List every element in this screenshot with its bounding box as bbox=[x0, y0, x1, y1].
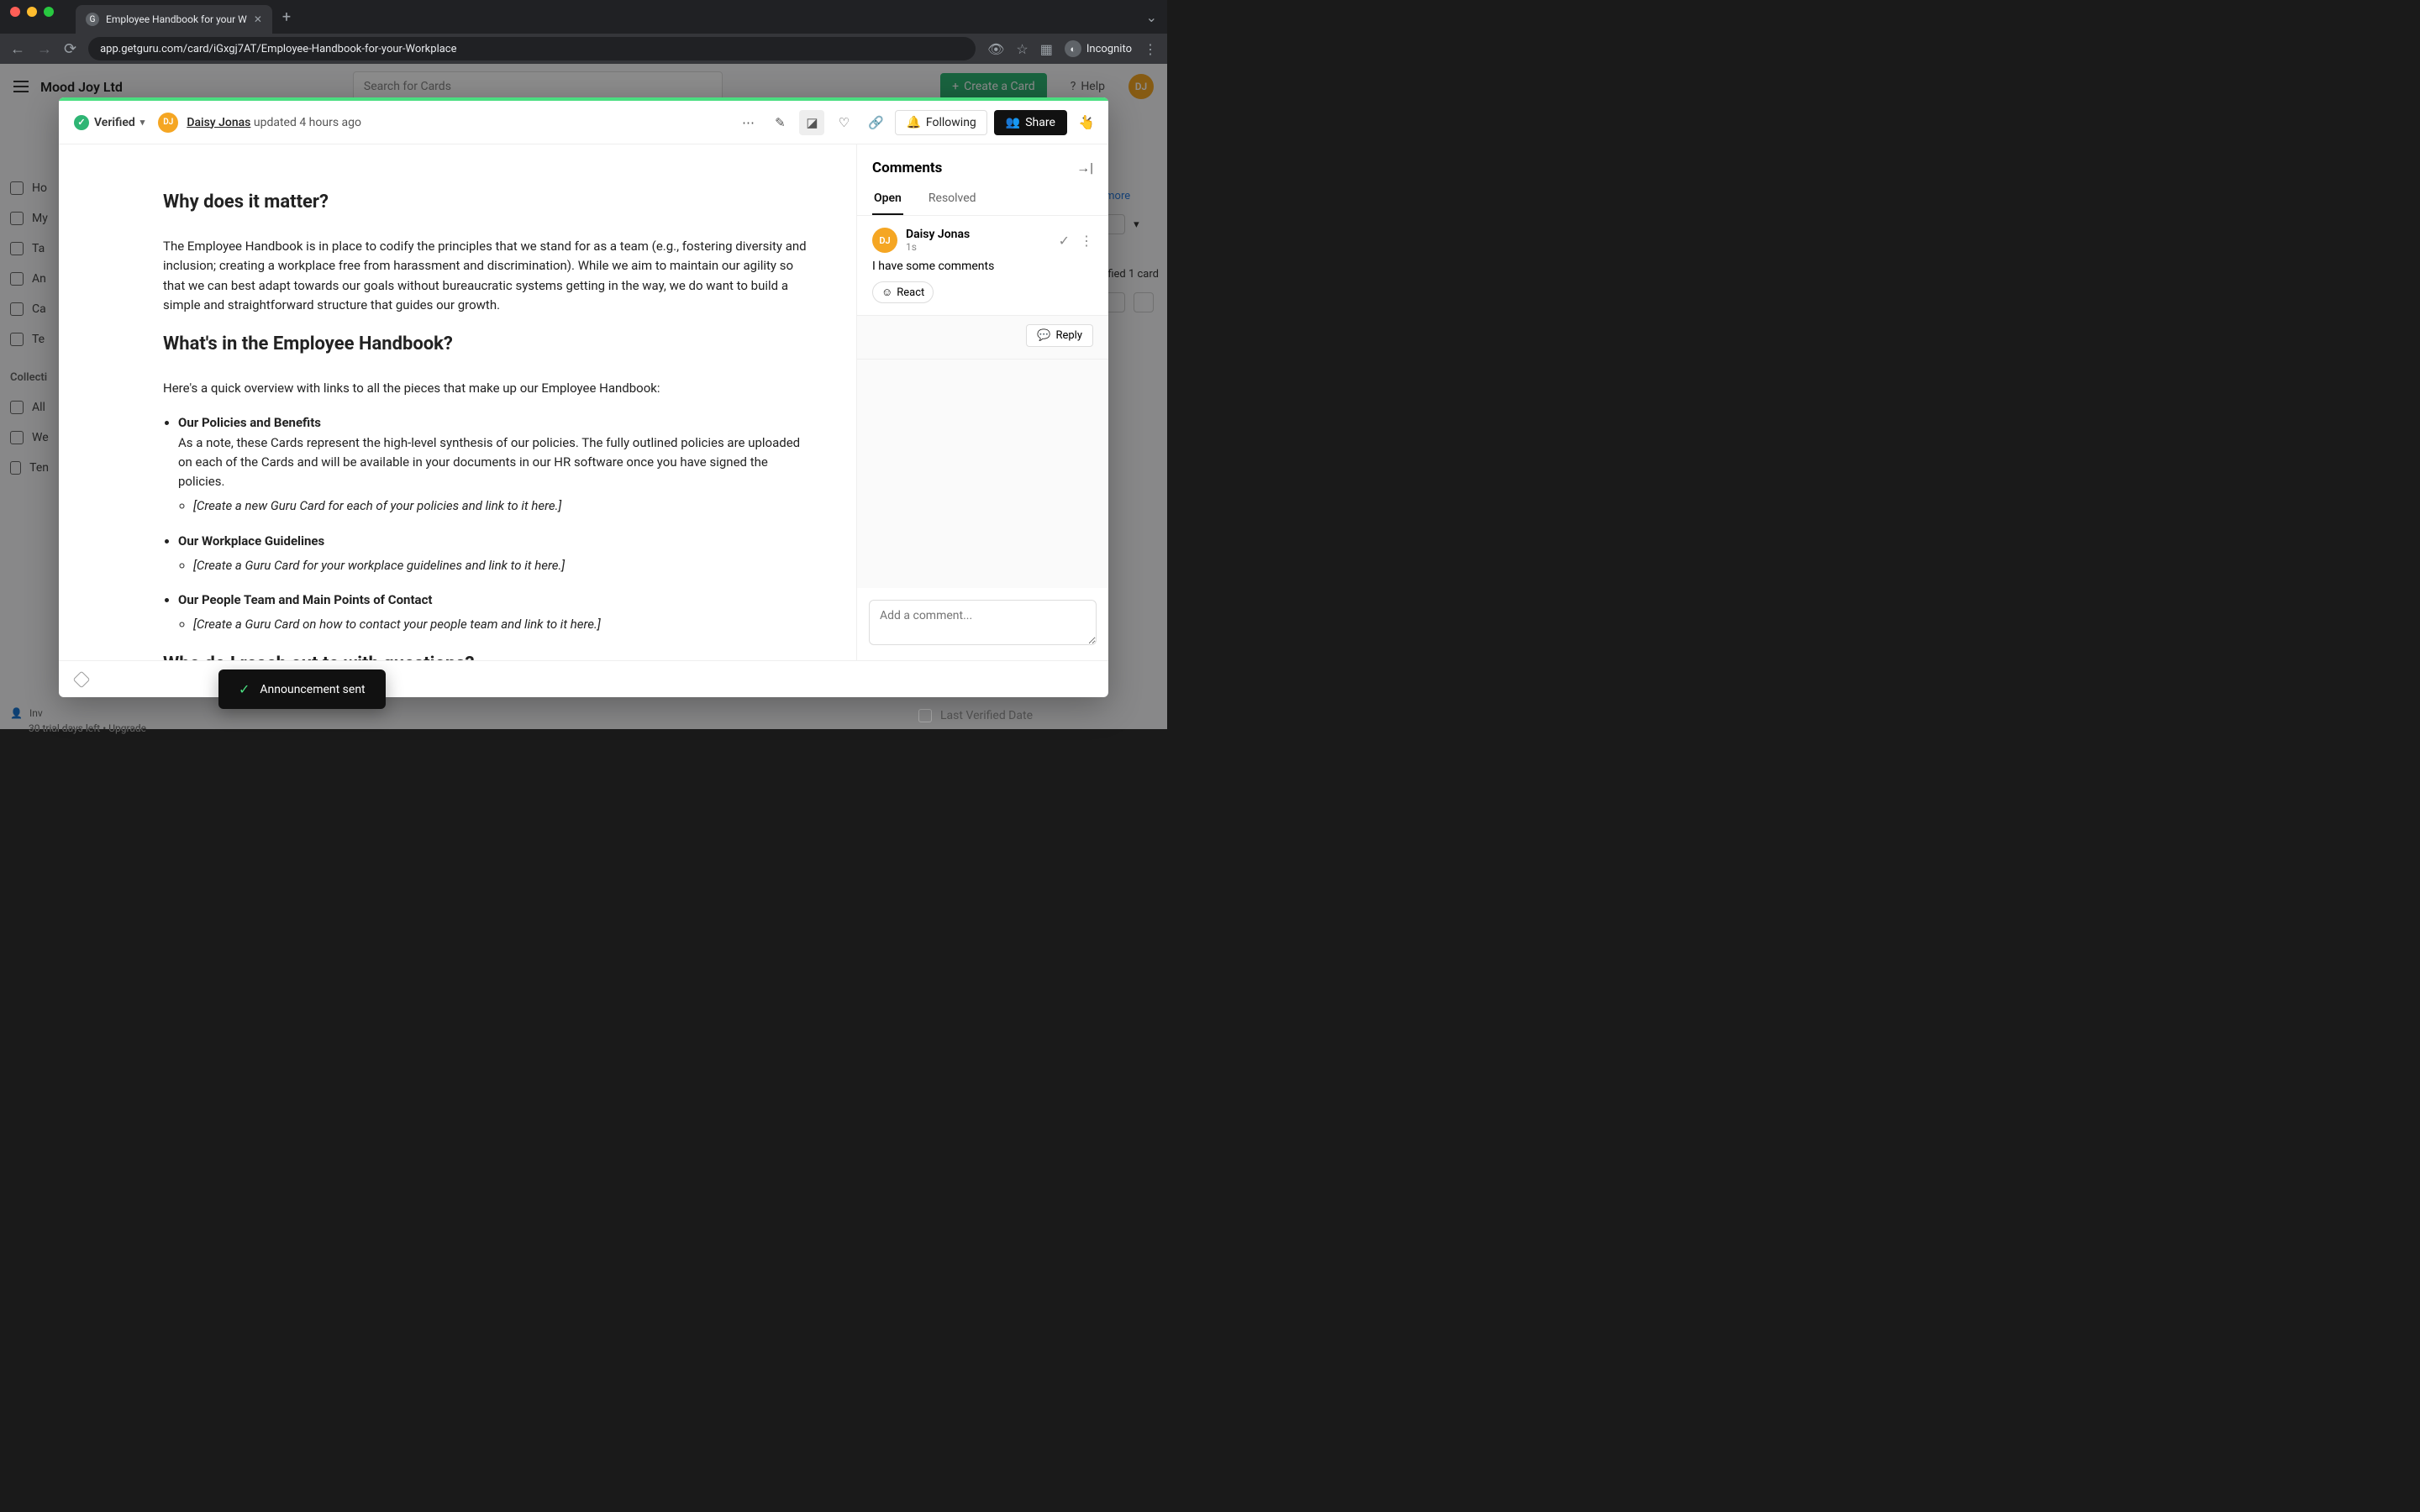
browser-toolbar: ← → ⟳ app.getguru.com/card/iGxgj7AT/Empl… bbox=[0, 34, 1167, 64]
list-item-body: As a note, these Cards represent the hig… bbox=[178, 435, 800, 490]
author-name-link[interactable]: Daisy Jonas bbox=[187, 116, 250, 129]
share-label: Share bbox=[1025, 116, 1055, 129]
extensions-icon[interactable]: ▦ bbox=[1040, 41, 1053, 57]
card-footer bbox=[59, 660, 1108, 697]
paragraph: Here's a quick overview with links to al… bbox=[163, 379, 809, 398]
react-label: React bbox=[897, 286, 924, 299]
following-button[interactable]: 🔔 Following bbox=[895, 110, 986, 135]
reload-button[interactable]: ⟳ bbox=[64, 40, 76, 58]
bell-icon: 🔔 bbox=[906, 116, 920, 129]
verified-label: Verified bbox=[94, 116, 135, 129]
incognito-badge: ◐ Incognito bbox=[1065, 40, 1132, 57]
comment-more-icon[interactable]: ⋮ bbox=[1080, 233, 1093, 249]
tag-icon[interactable] bbox=[73, 670, 90, 687]
tab-title: Employee Handbook for your W bbox=[106, 13, 247, 25]
edit-icon[interactable]: ✎ bbox=[767, 110, 792, 135]
more-icon[interactable]: ⋯ bbox=[735, 110, 760, 135]
browser-tab[interactable]: G Employee Handbook for your W ✕ bbox=[76, 5, 272, 34]
comments-tabs: Open Resolved bbox=[857, 183, 1108, 216]
chevron-down-icon: ▾ bbox=[140, 117, 145, 128]
comments-title: Comments bbox=[872, 160, 942, 176]
comment-author: Daisy Jonas bbox=[906, 228, 970, 241]
check-icon: ✓ bbox=[239, 681, 250, 697]
comment-avatar[interactable]: DJ bbox=[872, 228, 897, 253]
tab-overflow-icon[interactable]: ⌄ bbox=[1146, 9, 1157, 25]
window-maximize[interactable] bbox=[44, 7, 54, 17]
new-tab-button[interactable]: + bbox=[282, 8, 291, 26]
close-icon[interactable]: ✕ bbox=[1081, 113, 1093, 131]
announce-icon[interactable]: ◪ bbox=[799, 110, 824, 135]
section-heading: What's in the Employee Handbook? bbox=[163, 330, 809, 359]
forward-button[interactable]: → bbox=[37, 40, 52, 58]
smile-icon: ☺ bbox=[881, 286, 892, 299]
comment-timestamp: 1s bbox=[906, 241, 970, 253]
following-label: Following bbox=[926, 116, 976, 129]
reply-button[interactable]: 💬 Reply bbox=[1026, 324, 1093, 347]
list-item: Our People Team and Main Points of Conta… bbox=[178, 591, 809, 635]
verified-badge[interactable]: ✓ Verified ▾ bbox=[74, 115, 145, 130]
window-minimize[interactable] bbox=[27, 7, 37, 17]
tab-favicon: G bbox=[86, 13, 99, 26]
checkbox[interactable] bbox=[918, 709, 932, 722]
list-subitem: [Create a Guru Card for your workplace g… bbox=[193, 556, 809, 575]
tab-open[interactable]: Open bbox=[872, 183, 903, 215]
toast-message: Announcement sent bbox=[260, 683, 365, 696]
people-icon: 👥 bbox=[1006, 116, 1020, 129]
link-icon[interactable]: 🔗 bbox=[863, 110, 888, 135]
check-circle-icon: ✓ bbox=[74, 115, 89, 130]
address-bar[interactable]: app.getguru.com/card/iGxgj7AT/Employee-H… bbox=[88, 37, 976, 60]
updated-timestamp: updated 4 hours ago bbox=[254, 116, 361, 129]
list-item-title: Our People Team and Main Points of Conta… bbox=[178, 592, 432, 607]
tab-close-icon[interactable]: ✕ bbox=[254, 13, 262, 25]
comment-item: DJ Daisy Jonas 1s ✓ ⋮ I have some commen… bbox=[857, 216, 1108, 316]
tab-resolved[interactable]: Resolved bbox=[927, 183, 978, 215]
reply-icon: 💬 bbox=[1037, 329, 1050, 342]
author-avatar[interactable]: DJ bbox=[158, 113, 178, 133]
section-heading: Who do I reach out to with questions? bbox=[163, 650, 809, 660]
window-close[interactable] bbox=[10, 7, 20, 17]
browser-tab-bar: G Employee Handbook for your W ✕ + ⌄ bbox=[0, 0, 1167, 34]
card-content: Why does it matter? The Employee Handboo… bbox=[59, 144, 856, 660]
eye-off-icon[interactable]: 👁 bbox=[987, 41, 1004, 57]
bookmark-icon[interactable]: ☆ bbox=[1016, 41, 1028, 57]
incognito-icon: ◐ bbox=[1065, 40, 1081, 57]
collapse-panel-icon[interactable]: →| bbox=[1076, 160, 1093, 176]
paragraph: The Employee Handbook is in place to cod… bbox=[163, 237, 809, 315]
card-modal: ✓ Verified ▾ DJ Daisy Jonas updated 4 ho… bbox=[59, 97, 1108, 697]
last-verified-label: Last Verified Date bbox=[940, 709, 1033, 722]
url-text: app.getguru.com/card/iGxgj7AT/Employee-H… bbox=[100, 43, 456, 55]
react-button[interactable]: ☺ React bbox=[872, 281, 934, 303]
heart-icon[interactable]: ♡ bbox=[831, 110, 856, 135]
list-item-title: Our Workplace Guidelines bbox=[178, 533, 324, 549]
comment-text: I have some comments bbox=[872, 260, 1093, 273]
browser-menu-icon[interactable]: ⋮ bbox=[1144, 41, 1157, 57]
card-toolbar: ✓ Verified ▾ DJ Daisy Jonas updated 4 ho… bbox=[59, 101, 1108, 144]
section-heading: Why does it matter? bbox=[163, 188, 809, 217]
author-line: Daisy Jonas updated 4 hours ago bbox=[187, 116, 361, 129]
list-subitem: [Create a Guru Card on how to contact yo… bbox=[193, 615, 809, 634]
share-button[interactable]: 👥 Share bbox=[994, 110, 1067, 135]
last-verified-filter[interactable]: Last Verified Date bbox=[918, 709, 1033, 722]
list-item: Our Workplace Guidelines [Create a Guru … bbox=[178, 532, 809, 576]
toast: ✓ Announcement sent bbox=[218, 669, 386, 709]
back-button[interactable]: ← bbox=[10, 40, 25, 58]
list-subitem: [Create a new Guru Card for each of your… bbox=[193, 496, 809, 516]
list-item: Our Policies and Benefits As a note, the… bbox=[178, 413, 809, 516]
resolve-check-icon[interactable]: ✓ bbox=[1059, 233, 1070, 249]
comments-panel: Comments →| Open Resolved DJ Daisy Jonas… bbox=[856, 144, 1108, 660]
add-comment-input[interactable] bbox=[869, 600, 1097, 645]
incognito-label: Incognito bbox=[1086, 43, 1132, 55]
list-item-title: Our Policies and Benefits bbox=[178, 415, 321, 430]
reply-label: Reply bbox=[1055, 329, 1082, 342]
comments-spacer bbox=[857, 360, 1108, 588]
